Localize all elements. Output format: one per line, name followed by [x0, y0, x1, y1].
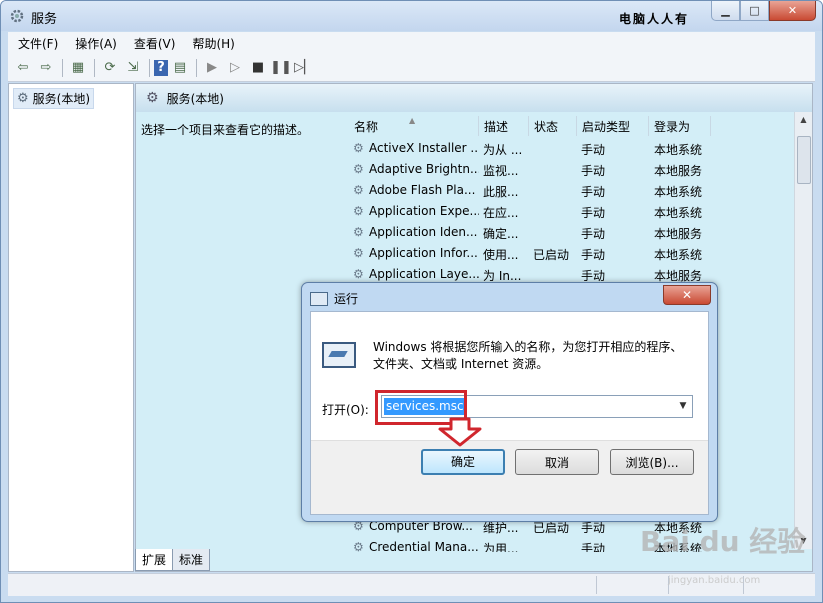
tree-item-label: 服务(本地)	[32, 92, 91, 106]
pane-header: ⚙ 服务(本地)	[136, 84, 812, 112]
column-header-description[interactable]: 描述	[479, 116, 529, 136]
baidu-watermark: Bai du 经验	[640, 525, 806, 558]
chevron-down-icon[interactable]: ▼	[675, 397, 691, 416]
vertical-scrollbar[interactable]: ▲ ▼	[794, 112, 812, 549]
table-row[interactable]: ⚙ Adaptive Brightn... 监视... 手动 本地服务	[349, 159, 809, 180]
tab-extended[interactable]: 扩展	[135, 549, 174, 571]
toolbar-separator	[196, 58, 197, 77]
stop-service-icon[interactable]: ■	[247, 58, 269, 78]
close-button[interactable]: ✕	[769, 1, 816, 21]
start-service-icon[interactable]: ▶	[201, 58, 223, 78]
status-separator	[596, 576, 597, 594]
toolbar-separator	[94, 58, 95, 77]
service-gear-icon: ⚙	[353, 183, 364, 197]
view-tabs: 扩展 标准	[135, 549, 211, 571]
services-gear-icon	[9, 8, 25, 24]
pause-service-icon[interactable]: ❚❚	[270, 58, 292, 78]
window-title: 服务	[31, 12, 58, 27]
service-gear-icon: ⚙	[353, 225, 364, 239]
browse-button[interactable]: 浏览(B)...	[610, 449, 694, 475]
column-header-startup-type[interactable]: 启动类型	[577, 116, 649, 136]
menu-file[interactable]: 文件(F)	[18, 35, 58, 52]
gear-icon: ⚙	[17, 91, 29, 106]
help-icon[interactable]: ?	[154, 59, 168, 76]
table-row[interactable]: ⚙ Adobe Flash Pla... 此服... 手动 本地系统	[349, 180, 809, 201]
minimize-button[interactable]: ▁	[711, 1, 740, 21]
start-service-alt-icon[interactable]: ▷	[224, 58, 246, 78]
scrollbar-thumb[interactable]	[797, 136, 811, 184]
run-dialog-titlebar: 运行	[310, 290, 358, 307]
restart-service-icon[interactable]: ▷▏	[293, 58, 315, 78]
window-controls: ▁ □ ✕	[711, 1, 816, 21]
run-dialog-close-button[interactable]: ✕	[663, 285, 711, 305]
column-header-status[interactable]: 状态	[529, 116, 577, 136]
console-tree-icon[interactable]: ▦	[67, 58, 89, 78]
cancel-button[interactable]: 取消	[515, 449, 599, 475]
sort-ascending-icon: ▲	[409, 116, 416, 125]
export-list-icon[interactable]: ⇲	[122, 58, 144, 78]
back-arrow-icon[interactable]: ⇦	[12, 58, 34, 78]
service-gear-icon: ⚙	[353, 204, 364, 218]
run-dialog-body: Windows 将根据您所输入的名称，为您打开相应的程序、文件夹、文档或 Int…	[310, 311, 709, 515]
search-gear-icon: ⚙	[146, 90, 159, 106]
table-row[interactable]: ⚙ Application Infor... 使用... 已启动 手动 本地系统	[349, 243, 809, 264]
toolbar-separator	[149, 58, 150, 77]
run-dialog: 运行 ✕ Windows 将根据您所输入的名称，为您打开相应的程序、文件夹、文档…	[301, 282, 718, 522]
column-header-logon-as[interactable]: 登录为	[649, 116, 711, 136]
console-tree: ⚙ 服务(本地)	[8, 83, 134, 572]
description-prompt: 选择一个项目来查看它的描述。	[141, 123, 310, 137]
column-header-name[interactable]: ▲ 名称	[349, 116, 479, 136]
service-gear-icon: ⚙	[353, 267, 364, 281]
properties-icon[interactable]: ▤	[169, 58, 191, 78]
tree-item-services-local[interactable]: ⚙ 服务(本地)	[13, 88, 95, 109]
run-icon	[310, 291, 328, 306]
tab-standard[interactable]: 标准	[172, 549, 211, 571]
title-bar: 服务 电脑人人有 ▁ □ ✕	[1, 1, 822, 31]
run-dialog-message: Windows 将根据您所输入的名称，为您打开相应的程序、文件夹、文档或 Int…	[373, 340, 683, 371]
watermark-text: 电脑人人有	[619, 12, 690, 26]
refresh-icon[interactable]: ⟳	[99, 58, 121, 78]
service-gear-icon: ⚙	[353, 246, 364, 260]
annotation-arrow-down-icon	[438, 417, 482, 447]
menu-bar: 文件(F) 操作(A) 查看(V) 帮助(H)	[8, 32, 815, 54]
baidu-watermark-url: jingyan.baidu.com	[668, 575, 761, 586]
menu-view[interactable]: 查看(V)	[134, 35, 176, 52]
forward-arrow-icon[interactable]: ⇨	[35, 58, 57, 78]
menu-help[interactable]: 帮助(H)	[192, 35, 234, 52]
maximize-button[interactable]: □	[740, 1, 769, 21]
table-row[interactable]: ⚙ Application Expe... 在应... 手动 本地系统	[349, 201, 809, 222]
run-dialog-button-area: 确定 取消 浏览(B)...	[311, 417, 708, 514]
table-row[interactable]: ⚙ ActiveX Installer ... 为从 ... 手动 本地系统	[349, 138, 809, 159]
table-row[interactable]: ⚙ Application Iden... 确定... 手动 本地服务	[349, 222, 809, 243]
pane-title: 服务(本地)	[166, 91, 224, 106]
service-gear-icon: ⚙	[353, 162, 364, 176]
toolbar: ⇦ ⇨ ▦ ⟳ ⇲ ? ▤ ▶ ▷ ■ ❚❚ ▷▏	[8, 54, 815, 82]
service-gear-icon: ⚙	[353, 540, 364, 552]
run-dialog-title: 运行	[334, 292, 359, 306]
menu-action[interactable]: 操作(A)	[75, 35, 117, 52]
open-label: 打开(O):	[322, 403, 369, 417]
ok-button[interactable]: 确定	[421, 449, 505, 475]
service-gear-icon: ⚙	[353, 141, 364, 155]
toolbar-separator	[62, 58, 63, 77]
run-program-icon	[322, 342, 356, 368]
scroll-up-icon[interactable]: ▲	[795, 112, 812, 128]
